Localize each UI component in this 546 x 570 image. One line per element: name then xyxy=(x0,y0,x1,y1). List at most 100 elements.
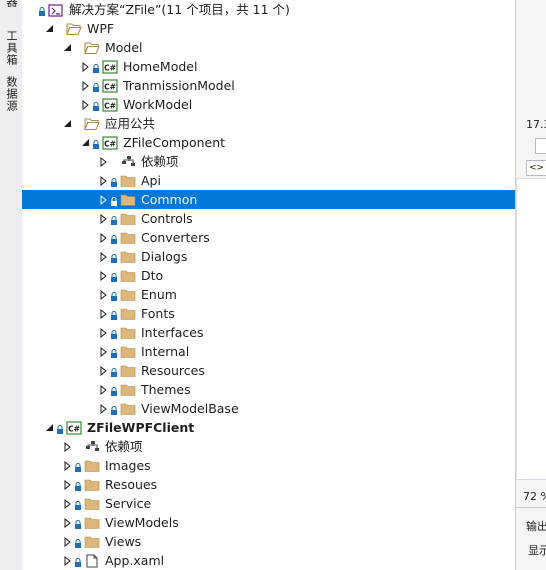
lock-icon xyxy=(110,176,118,187)
lock-icon xyxy=(110,366,118,377)
collapsed-arrow-icon[interactable] xyxy=(62,536,72,547)
tree-item-label: Dto xyxy=(141,268,164,283)
collapsed-arrow-icon[interactable] xyxy=(98,327,108,338)
lock-icon xyxy=(110,404,118,415)
lock-icon xyxy=(74,461,82,472)
collapsed-arrow-icon[interactable] xyxy=(62,441,72,452)
toolbox-tab[interactable]: 工具箱 xyxy=(3,30,19,66)
folder-icon xyxy=(120,307,136,321)
expanded-arrow-icon[interactable] xyxy=(62,119,72,129)
folder-common-app[interactable]: 应用公共 xyxy=(22,114,515,133)
folder-converters[interactable]: Converters xyxy=(22,228,515,247)
tree-item-label: Resoues xyxy=(105,477,158,492)
dependencies-icon xyxy=(84,440,100,454)
svg-text:C#: C# xyxy=(104,63,116,72)
folder-common[interactable]: Common xyxy=(22,190,515,209)
folder-wpf[interactable]: WPF xyxy=(22,19,515,38)
folder-icon xyxy=(120,288,136,302)
dependencies-zfilewpfclient[interactable]: 依赖项 xyxy=(22,437,515,456)
zoom-level[interactable]: 72 % xyxy=(523,490,546,503)
data-sources-tab[interactable]: 数据源 xyxy=(3,76,19,112)
collapsed-arrow-icon[interactable] xyxy=(98,270,108,281)
lock-spacer xyxy=(74,442,82,452)
expanded-arrow-icon[interactable] xyxy=(44,24,54,34)
folder-enum[interactable]: Enum xyxy=(22,285,515,304)
project-homemodel[interactable]: C# HomeModel xyxy=(22,57,515,76)
collapsed-arrow-icon[interactable] xyxy=(62,479,72,490)
tree-item-label: 解决方案“ZFile”(11 个项目，共 11 个) xyxy=(69,2,290,17)
project-zfilecomponent[interactable]: C# ZFileComponent xyxy=(22,133,515,152)
collapsed-arrow-icon[interactable] xyxy=(98,194,108,205)
folder-resoues[interactable]: Resoues xyxy=(22,475,515,494)
tree-item-label: 应用公共 xyxy=(105,116,156,131)
collapsed-arrow-icon[interactable] xyxy=(98,289,108,300)
folder-views[interactable]: Views xyxy=(22,532,515,551)
folder-internal[interactable]: Internal xyxy=(22,342,515,361)
lock-icon xyxy=(110,290,118,301)
folder-icon xyxy=(120,269,136,283)
collapsed-arrow-icon[interactable] xyxy=(98,384,108,395)
folder-themes[interactable]: Themes xyxy=(22,380,515,399)
project-tranmissionmodel[interactable]: C# TranmissionModel xyxy=(22,76,515,95)
tree-item-label: Converters xyxy=(141,230,210,245)
collapsed-arrow-icon[interactable] xyxy=(98,213,108,224)
collapsed-arrow-icon[interactable] xyxy=(98,403,108,414)
lock-icon xyxy=(74,556,82,567)
right-side-panel: 17.3 <> 72 % 输出 显示 xyxy=(515,0,546,570)
folder-images[interactable]: Images xyxy=(22,456,515,475)
lock-icon xyxy=(110,233,118,244)
xml-tag-icon[interactable]: <> xyxy=(526,160,546,176)
collapsed-arrow-icon[interactable] xyxy=(80,80,90,91)
project-zfilewpfclient[interactable]: C# ZFileWPFClient xyxy=(22,418,515,437)
expanded-arrow-icon[interactable] xyxy=(62,43,72,53)
left-tab-partial[interactable]: 器 xyxy=(3,0,19,8)
folder-model[interactable]: Model xyxy=(22,38,515,57)
folder-icon xyxy=(84,459,100,473)
collapsed-arrow-icon[interactable] xyxy=(62,517,72,528)
svg-text:C#: C# xyxy=(104,82,116,91)
lock-icon xyxy=(92,138,100,149)
tree-item-label: 依赖项 xyxy=(141,154,179,169)
folder-open-icon xyxy=(66,22,82,36)
folder-dialogs[interactable]: Dialogs xyxy=(22,247,515,266)
folder-fonts[interactable]: Fonts xyxy=(22,304,515,323)
folder-service[interactable]: Service xyxy=(22,494,515,513)
folder-controls[interactable]: Controls xyxy=(22,209,515,228)
folder-interfaces[interactable]: Interfaces xyxy=(22,323,515,342)
tree-item-label: Views xyxy=(105,534,142,549)
expanded-arrow-icon[interactable] xyxy=(80,138,90,148)
csharp-project-icon: C# xyxy=(102,78,118,93)
collapsed-arrow-icon[interactable] xyxy=(98,175,108,186)
collapsed-arrow-icon[interactable] xyxy=(80,61,90,72)
collapsed-arrow-icon[interactable] xyxy=(98,232,108,243)
collapsed-arrow-icon[interactable] xyxy=(98,346,108,357)
left-tool-strip: 器 工具箱 数据源 xyxy=(0,0,23,570)
solution-row[interactable]: 解决方案“ZFile”(11 个项目，共 11 个) xyxy=(22,0,515,19)
tree-item-label: TranmissionModel xyxy=(123,78,235,93)
designer-canvas[interactable] xyxy=(516,178,546,480)
folder-dto[interactable]: Dto xyxy=(22,266,515,285)
expanded-arrow-icon[interactable] xyxy=(44,423,54,433)
folder-viewmodels[interactable]: ViewModels xyxy=(22,513,515,532)
collapsed-arrow-icon[interactable] xyxy=(80,99,90,110)
collapsed-arrow-icon[interactable] xyxy=(62,498,72,509)
collapsed-arrow-icon[interactable] xyxy=(98,365,108,376)
project-workmodel[interactable]: C# WorkModel xyxy=(22,95,515,114)
collapsed-arrow-icon[interactable] xyxy=(98,251,108,262)
tree-item-label: Internal xyxy=(141,344,190,359)
dependencies-zfilecomponent[interactable]: 依赖项 xyxy=(22,152,515,171)
collapsed-arrow-icon[interactable] xyxy=(98,308,108,319)
right-panel-button[interactable] xyxy=(535,138,546,154)
folder-open-icon xyxy=(84,117,100,131)
folder-resources[interactable]: Resources xyxy=(22,361,515,380)
folder-viewmodelbase[interactable]: ViewModelBase xyxy=(22,399,515,418)
output-tab[interactable]: 输出 xyxy=(526,518,546,534)
file-app-xaml[interactable]: App.xaml xyxy=(22,551,515,570)
collapsed-arrow-icon[interactable] xyxy=(98,156,108,167)
folder-api[interactable]: Api xyxy=(22,171,515,190)
collapsed-arrow-icon[interactable] xyxy=(62,460,72,471)
folder-icon xyxy=(120,212,136,226)
tree-item-label: Enum xyxy=(141,287,177,302)
collapsed-arrow-icon[interactable] xyxy=(62,555,72,566)
tree-item-label: Common xyxy=(141,192,198,207)
